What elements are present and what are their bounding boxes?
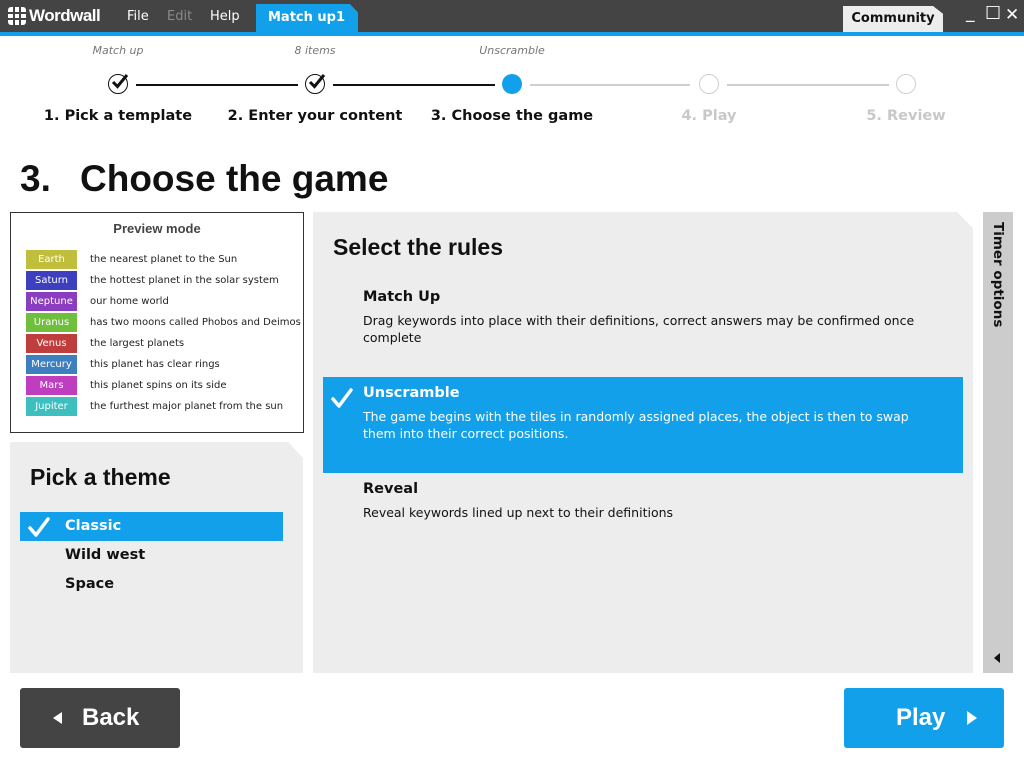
step-1-sub: Match up xyxy=(92,44,144,57)
preview-row: Jupiter the furthest major planet from th… xyxy=(26,397,283,416)
step-5-label: 5. Review xyxy=(866,108,946,124)
rule-description: Drag keywords into place with their defi… xyxy=(363,313,915,345)
theme-option-label: Space xyxy=(65,576,115,592)
back-arrow-icon xyxy=(53,712,62,724)
rules-heading: Select the rules xyxy=(333,234,504,260)
step-connector-2 xyxy=(333,84,495,86)
rule-description: Reveal keywords lined up next to their d… xyxy=(363,505,674,520)
preview-row: Neptune our home world xyxy=(26,292,169,311)
preview-keyword: Mercury xyxy=(26,355,77,374)
theme-option-wild-west[interactable]: Wild west xyxy=(20,541,283,570)
preview-row: Venus the largest planets xyxy=(26,334,184,353)
preview-row: Mars this planet spins on its side xyxy=(26,376,227,395)
back-button[interactable]: Back xyxy=(20,688,180,748)
play-button[interactable]: Play xyxy=(844,688,1004,748)
close-window-icon[interactable]: ✕ xyxy=(1005,4,1019,26)
community-tab[interactable]: Community xyxy=(843,6,943,32)
preview-keyword: Venus xyxy=(26,334,77,353)
rule-option-unscramble[interactable]: Unscramble The game begins with the tiles… xyxy=(323,377,963,473)
preview-definition: the nearest planet to the Sun xyxy=(90,254,238,265)
rule-title: Reveal xyxy=(363,481,419,497)
expand-arrow-icon[interactable] xyxy=(994,653,1000,663)
theme-heading: Pick a theme xyxy=(30,464,171,490)
step-4-empty-circle xyxy=(699,74,719,94)
step-connector-3 xyxy=(530,84,690,86)
menu-help[interactable]: Help xyxy=(210,0,240,32)
rule-description: The game begins with the tiles in random… xyxy=(363,409,909,441)
preview-row: Earth the nearest planet to the Sun xyxy=(26,250,237,269)
preview-keyword: Jupiter xyxy=(26,397,77,416)
preview-row: Uranus has two moons called Phobos and De… xyxy=(26,313,301,332)
play-arrow-icon xyxy=(967,711,978,725)
menu-file[interactable]: File xyxy=(127,0,149,32)
step-2-check-icon[interactable] xyxy=(305,74,326,94)
preview-row: Saturn the hottest planet in the solar sy… xyxy=(26,271,279,290)
rules-panel: Select the rules Match Up Drag keywords i… xyxy=(313,212,973,673)
menu-edit[interactable]: Edit xyxy=(167,0,192,32)
document-tab[interactable]: Match up1 × xyxy=(256,4,358,32)
preview-definition: the hottest planet in the solar system xyxy=(90,275,279,286)
preview-keyword: Earth xyxy=(26,250,77,269)
step-connector-1 xyxy=(136,84,298,86)
check-icon xyxy=(331,387,353,413)
rule-option-match-up[interactable]: Match Up Drag keywords into place with th… xyxy=(323,281,963,377)
preview-row: Mercury this planet has clear rings xyxy=(26,355,220,374)
logo-grid-icon xyxy=(8,7,26,25)
accent-line xyxy=(0,32,1024,36)
step-5-empty-circle xyxy=(896,74,916,94)
page-title: 3. Choose the game xyxy=(20,158,388,200)
maximize-icon[interactable]: ☐ xyxy=(985,3,1001,25)
theme-option-label: Classic xyxy=(65,518,122,534)
step-2-sub: 8 items xyxy=(294,44,336,57)
timer-options-label: Timer options xyxy=(990,222,1006,328)
step-3-current-dot[interactable] xyxy=(502,74,522,94)
step-4-label: 4. Play xyxy=(681,108,737,124)
minimize-icon[interactable]: _ xyxy=(966,2,975,24)
back-button-label: Back xyxy=(82,704,140,731)
page-title-text: Choose the game xyxy=(80,158,389,199)
theme-option-classic[interactable]: Classic xyxy=(20,512,283,541)
theme-option-label: Wild west xyxy=(65,547,146,563)
timer-options-tab[interactable]: Timer options xyxy=(983,212,1013,673)
preview-panel: Preview mode Earth the nearest planet to … xyxy=(10,212,304,433)
step-2-label[interactable]: 2. Enter your content xyxy=(215,108,415,124)
preview-definition: our home world xyxy=(90,296,169,307)
rule-option-reveal[interactable]: Reveal Reveal keywords lined up next to t… xyxy=(323,473,963,569)
play-button-label: Play xyxy=(896,704,946,731)
document-tab-label: Match up1 xyxy=(268,10,346,25)
preview-keyword: Neptune xyxy=(26,292,77,311)
preview-keyword: Mars xyxy=(26,376,77,395)
preview-definition: has two moons called Phobos and Deimos xyxy=(90,317,301,328)
page-number: 3. xyxy=(20,158,51,199)
preview-keyword: Saturn xyxy=(26,271,77,290)
step-3-label[interactable]: 3. Choose the game xyxy=(412,108,612,124)
preview-definition: the furthest major planet from the sun xyxy=(90,401,284,412)
preview-title: Preview mode xyxy=(113,221,201,236)
step-3-sub: Unscramble xyxy=(479,44,545,57)
app-name: Wordwall xyxy=(29,6,101,25)
step-connector-4 xyxy=(727,84,889,86)
step-1-check-icon[interactable] xyxy=(108,74,129,94)
preview-definition: this planet has clear rings xyxy=(90,359,220,370)
preview-keyword: Uranus xyxy=(26,313,77,332)
theme-option-space[interactable]: Space xyxy=(20,570,283,599)
step-1-label[interactable]: 1. Pick a template xyxy=(18,108,218,124)
theme-panel: Pick a theme Classic Wild west Space xyxy=(10,442,303,673)
title-bar: Wordwall File Edit Help Match up1 × Comm… xyxy=(0,0,1024,32)
rule-title: Unscramble xyxy=(363,385,460,401)
preview-definition: this planet spins on its side xyxy=(90,380,227,391)
rule-title: Match Up xyxy=(363,289,441,305)
wordwall-logo: Wordwall xyxy=(8,6,101,26)
preview-definition: the largest planets xyxy=(90,338,185,349)
